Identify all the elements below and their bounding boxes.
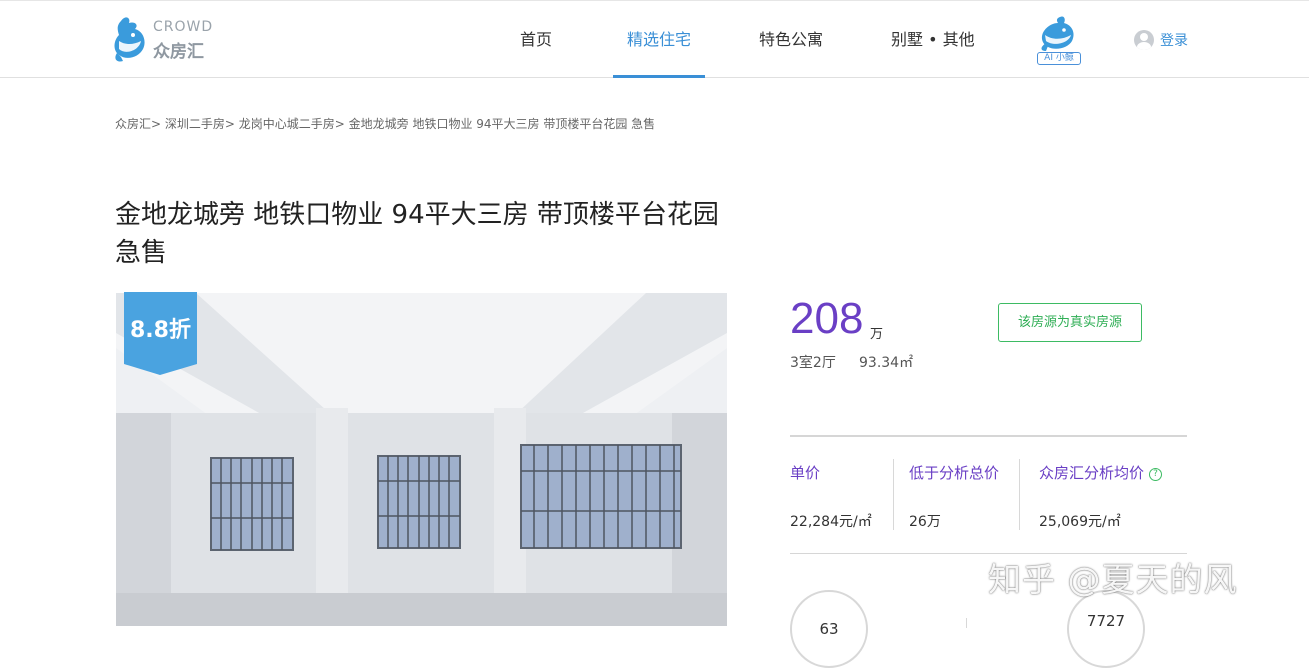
room-photo-image [116, 293, 727, 626]
below-analysis-value: 26万 [909, 514, 941, 530]
below-analysis-label: 低于分析总价 [909, 464, 1000, 482]
unit-price-label: 单价 [790, 464, 821, 482]
stat-divider [893, 459, 894, 530]
breadcrumb: 众房汇> 深圳二手房> 龙岗中心城二手房> 金地龙城旁 地铁口物业 94平大三房… [115, 115, 655, 132]
stat-divider [1019, 459, 1020, 530]
breadcrumb-current: 金地龙城旁 地铁口物业 94平大三房 带顶楼平台花园 急售 [348, 117, 656, 131]
listing-photo[interactable] [116, 293, 727, 626]
breadcrumb-shenzhen[interactable]: 深圳二手房> [165, 117, 239, 131]
help-icon[interactable]: ? [1149, 468, 1163, 481]
page-title: 金地龙城旁 地铁口物业 94平大三房 带顶楼平台花园 急售 [115, 200, 719, 268]
zhihu-watermark: 知乎 @夏天的风 [988, 560, 1238, 599]
stat-divider [966, 618, 967, 628]
verified-listing-badge[interactable]: 该房源为真实房源 [998, 303, 1142, 342]
stat-circle-value: 63 [819, 620, 839, 638]
discount-badge: 8.8折 [124, 292, 197, 375]
ai-assistant-button[interactable]: AI 小鲸 [1036, 15, 1082, 67]
stat-circle: 63 [790, 590, 868, 668]
ai-whale-icon [1041, 16, 1074, 51]
whale-logo-icon [114, 17, 145, 62]
nav-villa-other[interactable]: 别墅 • 其他 [891, 1, 975, 78]
nav-home[interactable]: 首页 [520, 1, 552, 78]
analysis-avg-label: 众房汇分析均价 [1039, 464, 1145, 482]
login-label: 登录 [1160, 33, 1188, 49]
breadcrumb-home[interactable]: 众房汇> [115, 117, 165, 131]
logo-english-text: CROWD [153, 19, 214, 35]
nav-selected-residences[interactable]: 精选住宅 [613, 1, 705, 78]
breadcrumb-district[interactable]: 龙岗中心城二手房> [239, 117, 349, 131]
analysis-avg-label-wrap: 众房汇分析均价? [1039, 462, 1163, 483]
total-price: 208 [790, 294, 864, 343]
price-unit: 万 [870, 327, 884, 342]
stat-circle-value: 7727 [1086, 612, 1126, 630]
analysis-avg-value: 25,069元/㎡ [1039, 514, 1121, 530]
room-layout: 3室2厅 [790, 355, 836, 371]
nav-featured-apartments[interactable]: 特色公寓 [759, 1, 823, 78]
stat-circle: 7727 [1067, 590, 1145, 668]
user-avatar-icon [1134, 30, 1154, 50]
site-logo[interactable]: CROWD 众房汇 [113, 15, 223, 67]
floor-area: 93.34㎡ [859, 355, 914, 371]
ai-assistant-label: AI 小鲸 [1037, 52, 1081, 65]
top-header: CROWD 众房汇 首页 精选住宅 特色公寓 别墅 • 其他 AI 小鲸 登录 [0, 0, 1309, 78]
discount-text: 8.8折 [130, 318, 191, 343]
divider [790, 435, 1187, 437]
unit-price-value: 22,284元/㎡ [790, 514, 872, 530]
logo-chinese-text: 众房汇 [153, 42, 204, 62]
